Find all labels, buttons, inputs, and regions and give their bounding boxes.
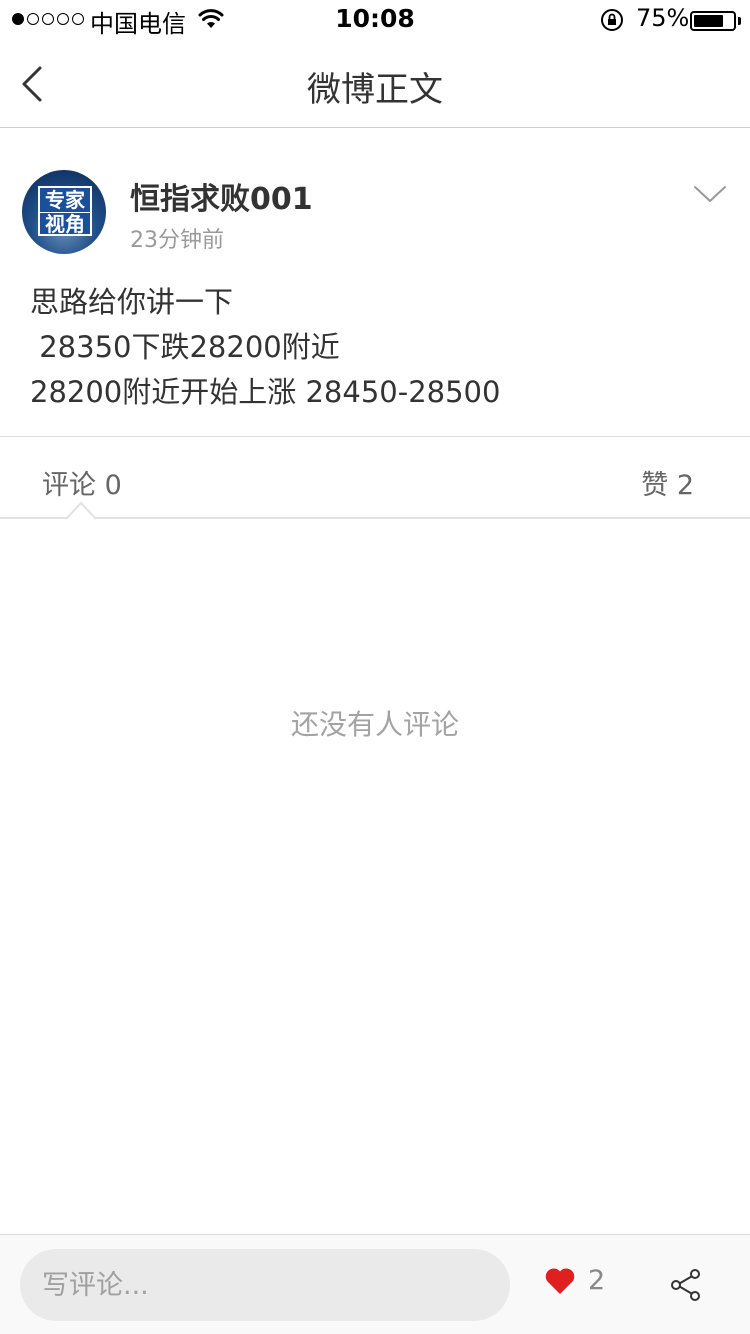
avatar[interactable]: 专家 视角	[22, 170, 106, 254]
empty-comments-text: 还没有人评论	[290, 708, 459, 741]
battery-percent: 75%	[636, 4, 690, 32]
heart-icon	[545, 1267, 575, 1294]
share-button[interactable]	[668, 1267, 704, 1303]
post-menu-button[interactable]	[692, 180, 728, 208]
post-time: 23分钟前	[130, 228, 224, 253]
like-count: 2	[588, 1265, 606, 1296]
battery-icon	[690, 11, 736, 31]
tab-comments[interactable]: 评论 0	[42, 463, 122, 502]
rotation-lock-icon	[601, 9, 623, 31]
avatar-logo: 专家 视角	[38, 186, 92, 236]
tab-likes[interactable]: 赞 2	[641, 463, 694, 502]
page-title: 微博正文	[307, 70, 443, 110]
status-bar: 中国电信 10:08 75%	[0, 0, 750, 40]
share-icon	[671, 1269, 700, 1301]
avatar-logo-line1: 专家	[45, 188, 85, 212]
tab-bar: 评论 0 赞 2	[0, 437, 750, 519]
chevron-down-icon	[694, 186, 726, 202]
user-name[interactable]: 恒指求败001	[130, 174, 313, 218]
battery-nub	[738, 17, 741, 25]
bottom-bar: 2	[0, 1234, 750, 1334]
tab-indicator-icon	[66, 501, 96, 520]
like-button[interactable]: 2	[544, 1265, 605, 1296]
comment-input[interactable]	[20, 1249, 510, 1321]
avatar-logo-line2: 视角	[40, 212, 90, 235]
nav-bar: 微博正文	[0, 40, 750, 128]
post-text: 思路给你讲一下 28350下跌28200附近 28200附近开始上涨 28450…	[30, 285, 501, 409]
